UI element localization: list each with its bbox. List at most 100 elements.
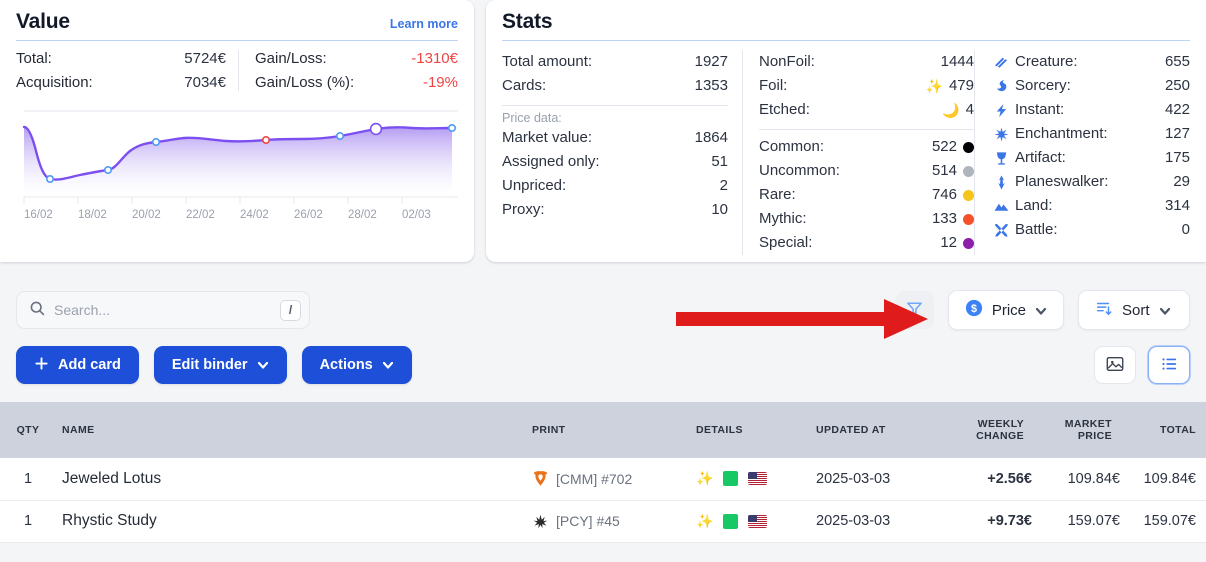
header-line-2: CHANGE [954,430,1024,442]
stat-creature: Creature: 655 [993,50,1190,74]
card-name: Jeweled Lotus [56,470,526,488]
stat-value: 514 [932,159,957,183]
rarity-dot-common [963,142,974,153]
value-total-value: 5724€ [184,50,226,67]
cell-market-price: 109.84€ [1032,458,1120,500]
stat-assigned-only: Assigned only: 51 [502,150,728,174]
stat-uncommon: Uncommon: 514 [759,159,974,183]
stat-label: Cards: [502,74,546,98]
header-line-1: WEEKLY [954,418,1024,430]
summary-panels: Value Learn more Total: 5724€ Acquisitio… [0,0,1206,264]
chart-x-tick: 26/02 [294,209,348,221]
actions-label: Actions [320,357,373,373]
stat-value: 1864 [695,126,728,150]
stat-label: Rare: [759,183,796,207]
column-header-market-price[interactable]: MARKET PRICE [1032,402,1120,458]
search-input[interactable] [54,302,280,318]
learn-more-link[interactable]: Learn more [390,17,458,31]
sort-dropdown-button[interactable]: Sort [1078,290,1190,330]
toolbar-row-secondary: Add card Edit binder Actions [16,346,1190,384]
stat-value: 127 [1165,122,1190,146]
search-icon [29,300,45,321]
stat-value: 655 [1165,50,1190,74]
chart-x-tick: 28/02 [348,209,402,221]
chart-x-tick: 02/03 [402,209,456,221]
cell-name[interactable]: Rhystic Study [56,500,526,542]
table-row[interactable]: 1 Jeweled Lotus [CMM] #702 ✨ [0,458,1206,500]
cell-qty: 1 [0,500,56,542]
cell-weekly-change: +2.56€ [946,458,1032,500]
etched-icon: 🌙 [942,98,959,122]
filter-icon [905,299,924,321]
stat-mythic: Mythic: 133 [759,207,974,231]
chevron-down-icon [257,359,269,371]
stat-label: Market value: [502,126,592,150]
column-header-total[interactable]: TOTAL [1120,402,1206,458]
value-chart[interactable]: 16/02 18/02 20/02 22/02 24/02 26/02 28/0… [16,105,458,229]
cell-market-price: 159.07€ [1032,500,1120,542]
stat-unpriced: Unpriced: 2 [502,174,728,198]
column-header-updated-at[interactable]: UPDATED AT [814,402,946,458]
value-panel-title: Value [16,10,70,34]
stat-label: Enchantment: [1015,122,1108,146]
chart-point [105,167,111,173]
column-header-qty[interactable]: QTY [0,402,56,458]
stat-planeswalker: Planeswalker: 29 [993,170,1190,194]
stats-columns: Total amount: 1927 Cards: 1353 Price dat… [502,41,1190,255]
page-root: Value Learn more Total: 5724€ Acquisitio… [0,0,1206,562]
search-box[interactable]: / [16,291,310,329]
stat-value: 746 [932,183,957,207]
stat-sorcery: Sorcery: 250 [993,74,1190,98]
stat-value: 133 [932,207,957,231]
cell-total: 109.84€ [1120,458,1206,500]
cell-details: ✨ [694,458,814,500]
sparkles-icon: ✨ [696,470,713,487]
column-header-details[interactable]: DETAILS [694,402,814,458]
chart-x-tick: 18/02 [78,209,132,221]
cmm-set-icon [532,470,549,487]
stat-market-value: Market value: 1864 [502,126,728,150]
list-view-button[interactable] [1148,346,1190,384]
edit-binder-button[interactable]: Edit binder [154,346,287,384]
stat-label: Foil: [759,74,787,98]
divider [759,129,974,130]
chart-x-axis: 16/02 18/02 20/02 22/02 24/02 26/02 28/0… [16,209,458,221]
stat-label: Assigned only: [502,150,600,174]
stat-value: 314 [1165,194,1190,218]
price-dropdown-button[interactable]: $ Price [948,290,1064,330]
add-card-button[interactable]: Add card [16,346,139,384]
grid-view-button[interactable] [1094,346,1136,384]
sort-icon [1095,299,1113,321]
stat-artifact: Artifact: 175 [993,146,1190,170]
stat-label: Artifact: [1015,146,1066,170]
stat-label: Proxy: [502,198,545,222]
table-row[interactable]: 1 Rhystic Study [PCY] #45 ✨ [0,500,1206,542]
chart-x-tick: 16/02 [24,209,78,221]
stat-label: Creature: [1015,50,1078,74]
column-header-print[interactable]: PRINT [526,402,694,458]
stat-label: Uncommon: [759,159,840,183]
rarity-dot-uncommon [963,166,974,177]
artifact-icon [993,150,1009,166]
green-square-icon [723,471,738,486]
column-header-weekly-change[interactable]: WEEKLY CHANGE [946,402,1032,458]
value-row-total: Total: 5724€ [16,50,226,67]
column-header-name[interactable]: NAME [56,402,526,458]
stats-panel: Stats Total amount: 1927 Cards: 1353 Pri… [486,0,1206,262]
stat-value: 250 [1165,74,1190,98]
list-icon [1159,354,1179,377]
chart-x-tick: 24/02 [240,209,294,221]
filter-button[interactable] [896,291,934,329]
stat-label: Instant: [1015,98,1064,122]
stat-battle: Battle: 0 [993,218,1190,242]
actions-button[interactable]: Actions [302,346,412,384]
stat-value: 29 [1173,170,1190,194]
value-metrics: Total: 5724€ Acquisition: 7034€ Gain/Los… [16,41,458,91]
stat-value: 0 [1182,218,1190,242]
search-shortcut-key: / [280,300,301,321]
cell-name[interactable]: Jeweled Lotus [56,458,526,500]
chart-point [449,125,455,131]
chart-point [47,176,53,182]
stat-proxy: Proxy: 10 [502,198,728,222]
chart-point-active [371,124,382,135]
